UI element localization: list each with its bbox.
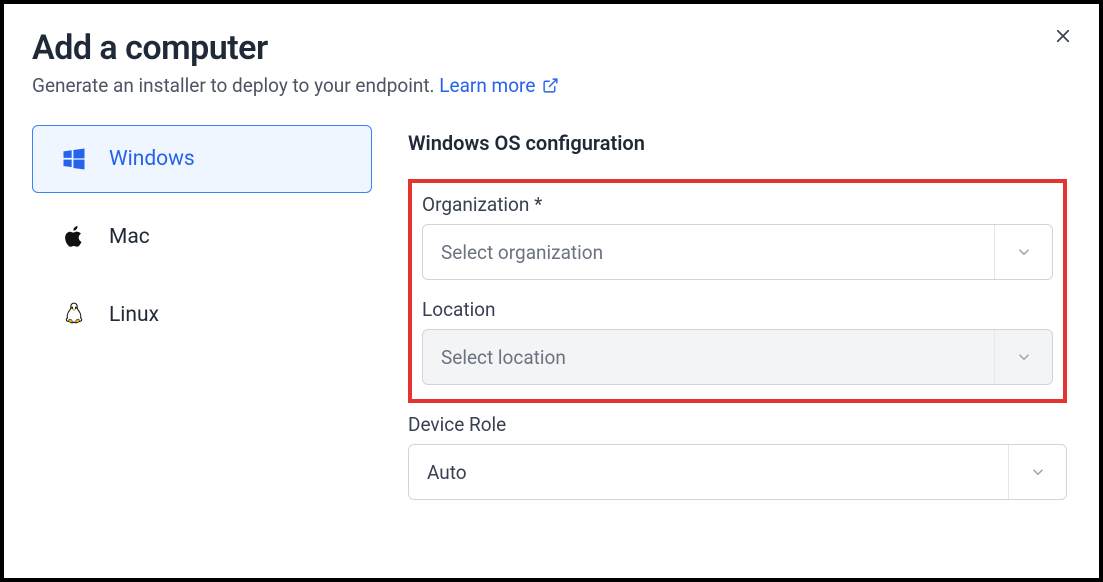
organization-select[interactable]: Select organization [422,224,1053,280]
learn-more-link[interactable]: Learn more [439,74,559,97]
linux-icon [59,300,89,330]
os-tab-mac[interactable]: Mac [32,203,372,271]
chevron-down-icon [994,225,1052,279]
chevron-down-icon [994,330,1052,384]
os-tab-label: Linux [109,303,159,327]
os-tab-label: Mac [109,225,150,249]
page-subtitle: Generate an installer to deploy to your … [32,74,1071,97]
apple-icon [59,222,89,252]
config-heading: Windows OS configuration [408,131,1067,155]
subtitle-text: Generate an installer to deploy to your … [32,74,439,97]
os-tab-windows[interactable]: Windows [32,125,372,193]
os-tab-linux[interactable]: Linux [32,281,372,349]
field-device-role: Device Role Auto [408,413,1067,500]
os-tab-list: Windows Mac Linux [32,125,372,359]
field-label-location: Location [422,298,1053,321]
field-location: Location Select location [422,298,1053,385]
config-panel: Windows OS configuration Organization * … [408,125,1071,500]
os-tab-label: Windows [109,147,195,171]
field-organization: Organization * Select organization [422,193,1053,280]
chevron-down-icon [1008,445,1066,499]
field-label-organization: Organization * [422,193,1053,216]
close-button[interactable] [1049,22,1077,50]
location-select: Select location [422,329,1053,385]
select-value: Auto [427,461,467,484]
highlight-box: Organization * Select organization Locat… [408,179,1067,403]
field-label-device-role: Device Role [408,413,1067,436]
windows-icon [59,144,89,174]
device-role-select[interactable]: Auto [408,444,1067,500]
select-placeholder: Select organization [441,241,603,264]
external-link-icon [542,77,559,94]
page-title: Add a computer [32,28,1071,68]
select-placeholder: Select location [441,346,566,369]
